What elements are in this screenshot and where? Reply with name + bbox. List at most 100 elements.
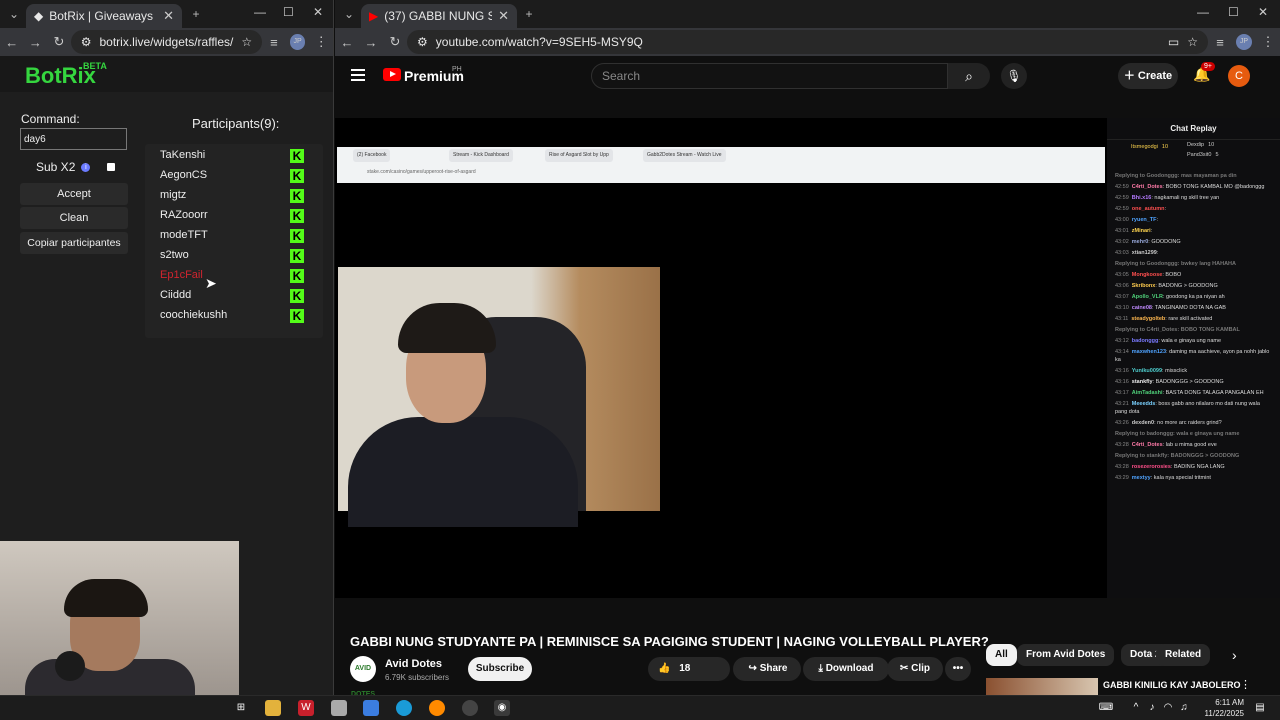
youtube-logo-icon[interactable] bbox=[383, 68, 401, 81]
maximize-icon[interactable]: ☐ bbox=[1228, 5, 1239, 19]
chat-username[interactable]: dexden0 bbox=[1132, 420, 1154, 426]
like-button[interactable]: 👍 18 bbox=[648, 657, 730, 681]
participant-row[interactable]: coochiekushh K bbox=[160, 309, 320, 327]
hamburger-menu-icon[interactable] bbox=[351, 69, 365, 81]
chat-username[interactable]: ryuen_TF bbox=[1132, 217, 1157, 223]
download-button[interactable]: ⤓ Download bbox=[803, 657, 889, 681]
chat-username[interactable]: one_autumn bbox=[1132, 206, 1165, 212]
task-view-icon[interactable]: ⊞ bbox=[233, 700, 249, 716]
microphone-icon[interactable]: 🎙 bbox=[1001, 63, 1027, 89]
wifi-icon[interactable]: ◠ bbox=[1160, 700, 1176, 716]
close-window-icon[interactable]: ✕ bbox=[313, 5, 323, 19]
app-icon[interactable] bbox=[331, 700, 347, 716]
chip-from-channel[interactable]: From Avid Dotes bbox=[1017, 644, 1115, 666]
reading-list-icon[interactable]: ≡ bbox=[262, 35, 286, 50]
participant-row[interactable]: Ciiddd K bbox=[160, 289, 320, 307]
chat-username[interactable]: Replying to Goodonggg: bwkey lang HAHAHA bbox=[1115, 261, 1236, 267]
clip-button[interactable]: ✂ Clip bbox=[887, 657, 943, 681]
forward-icon[interactable]: → bbox=[359, 35, 383, 50]
new-tab-icon[interactable]: + bbox=[519, 5, 539, 23]
video-player[interactable]: (2) Facebook Stream - Kick Dashboard Ris… bbox=[335, 118, 1107, 598]
chat-username[interactable]: caine08 bbox=[1132, 305, 1152, 311]
search-icon[interactable]: ⌕ bbox=[948, 63, 990, 89]
chat-username[interactable]: AimTadashi bbox=[1132, 390, 1163, 396]
cast-icon[interactable]: ▭ bbox=[1168, 35, 1179, 49]
reading-list-icon[interactable]: ≡ bbox=[1208, 35, 1232, 50]
chat-username[interactable]: Mongkoose bbox=[1132, 272, 1163, 278]
close-tab-icon[interactable]: ✕ bbox=[498, 8, 509, 24]
site-info-icon[interactable]: ⚙ bbox=[417, 35, 428, 49]
copy-participants-button[interactable]: Copiar participantes bbox=[20, 232, 128, 254]
participant-row[interactable]: RAZooorr K bbox=[160, 209, 320, 227]
channel-avatar[interactable]: AVID DOTES bbox=[350, 656, 376, 695]
command-input[interactable] bbox=[20, 128, 127, 150]
rec-menu-icon[interactable]: ⋮ bbox=[1240, 678, 1251, 691]
participant-row[interactable]: migtz K bbox=[160, 189, 320, 207]
chat-username[interactable]: mextyy bbox=[1132, 475, 1151, 481]
participant-row[interactable]: modeTFT K bbox=[160, 229, 320, 247]
chevron-right-icon[interactable]: › bbox=[1232, 647, 1237, 663]
close-tab-icon[interactable]: ✕ bbox=[163, 8, 174, 24]
chat-username[interactable]: Apollo_VLR bbox=[1132, 294, 1163, 300]
reload-icon[interactable]: ↻ bbox=[47, 34, 71, 50]
back-icon[interactable]: ← bbox=[335, 35, 359, 50]
chip-all[interactable]: All bbox=[986, 644, 1017, 666]
back-icon[interactable]: ← bbox=[0, 35, 24, 50]
site-info-icon[interactable]: ⚙ bbox=[81, 35, 92, 49]
tab-search-icon[interactable]: ⌄ bbox=[4, 5, 24, 23]
close-window-icon[interactable]: ✕ bbox=[1258, 5, 1268, 19]
chat-username[interactable]: Bhi.x16 bbox=[1132, 195, 1152, 201]
participant-row[interactable]: TaKenshi K bbox=[160, 149, 320, 167]
volume-icon[interactable]: ♫ bbox=[1176, 700, 1192, 716]
file-explorer-icon[interactable] bbox=[265, 700, 281, 716]
chat-username[interactable]: stankfly bbox=[1132, 379, 1153, 385]
subx2-checkbox[interactable] bbox=[107, 163, 115, 171]
microphone-tray-icon[interactable]: ♪ bbox=[1144, 700, 1160, 716]
chat-username[interactable]: Replying to badonggg: wala e ginaya ung … bbox=[1115, 431, 1239, 437]
clean-button[interactable]: Clean bbox=[20, 207, 128, 229]
chat-username[interactable]: steadygolteb bbox=[1131, 316, 1165, 322]
chat-username[interactable]: Replying to C4rti_Dotes: BOBO TONG KAMBA… bbox=[1115, 327, 1240, 333]
profile-avatar[interactable]: JP bbox=[289, 34, 306, 50]
tray-chevron-icon[interactable]: ^ bbox=[1128, 700, 1144, 716]
chat-username[interactable]: C4rti_Dotes bbox=[1132, 184, 1163, 190]
maximize-icon[interactable]: ☐ bbox=[283, 5, 294, 19]
keyboard-icon[interactable]: ⌨ bbox=[1098, 700, 1114, 716]
chat-username[interactable]: Replying to Goodonggg: mas mayaman pa di… bbox=[1115, 173, 1237, 179]
chat-username[interactable]: mehr0 bbox=[1132, 239, 1149, 245]
bookmark-star-icon[interactable]: ☆ bbox=[241, 35, 252, 49]
menu-icon[interactable]: ⋮ bbox=[309, 34, 333, 50]
chat-username[interactable]: Yuniku0099 bbox=[1132, 368, 1162, 374]
recommended-thumbnail[interactable] bbox=[986, 678, 1098, 695]
minimize-icon[interactable]: — bbox=[1197, 5, 1209, 19]
minimize-icon[interactable]: — bbox=[254, 5, 266, 19]
profile-avatar[interactable]: JP bbox=[1236, 34, 1252, 50]
participant-row[interactable]: AegonCS K bbox=[160, 169, 320, 187]
system-clock[interactable]: 6:11 AM 11/22/2025 bbox=[1205, 697, 1244, 719]
chat-username[interactable]: badonggg bbox=[1132, 338, 1159, 344]
edge-browser-icon[interactable] bbox=[396, 700, 412, 716]
forward-icon[interactable]: → bbox=[24, 35, 48, 50]
chat-username[interactable]: maxwhen123 bbox=[1132, 349, 1166, 355]
chat-username[interactable]: rosezerorosies bbox=[1132, 464, 1171, 470]
accept-button[interactable]: Accept bbox=[20, 183, 128, 205]
reload-icon[interactable]: ↻ bbox=[383, 34, 407, 50]
participant-row[interactable]: s2two K bbox=[160, 249, 320, 267]
chat-username[interactable]: C4rti_Dotes bbox=[1132, 442, 1163, 448]
more-actions-button[interactable]: ••• bbox=[945, 657, 971, 681]
firefox-icon[interactable] bbox=[429, 700, 445, 716]
info-icon[interactable]: i bbox=[81, 162, 91, 172]
chat-username[interactable]: Replying to stankfly: BADONGGG > GOODONG bbox=[1115, 453, 1239, 459]
tab-youtube[interactable]: ▶ (37) GABBI NUNG STUDYANTE ✕ bbox=[361, 4, 517, 28]
create-button[interactable]: ＋ Create bbox=[1118, 63, 1178, 89]
wps-office-icon[interactable]: W bbox=[298, 700, 314, 716]
participant-row[interactable]: Ep1cFail K bbox=[160, 269, 320, 287]
chip-related[interactable]: Related bbox=[1156, 644, 1211, 666]
url-field[interactable]: ⚙ botrix.live/widgets/raffles/ ☆ bbox=[70, 30, 263, 54]
chat-username[interactable]: zMinari bbox=[1132, 228, 1151, 234]
recommended-title[interactable]: GABBI KINILIG KAY JABOLERO bbox=[1103, 680, 1241, 690]
chat-username[interactable]: xtian1299 bbox=[1132, 250, 1157, 256]
obs-icon[interactable] bbox=[462, 700, 478, 716]
notification-center-icon[interactable]: ▤ bbox=[1252, 700, 1268, 716]
chat-username[interactable]: Meeedds bbox=[1132, 401, 1156, 407]
